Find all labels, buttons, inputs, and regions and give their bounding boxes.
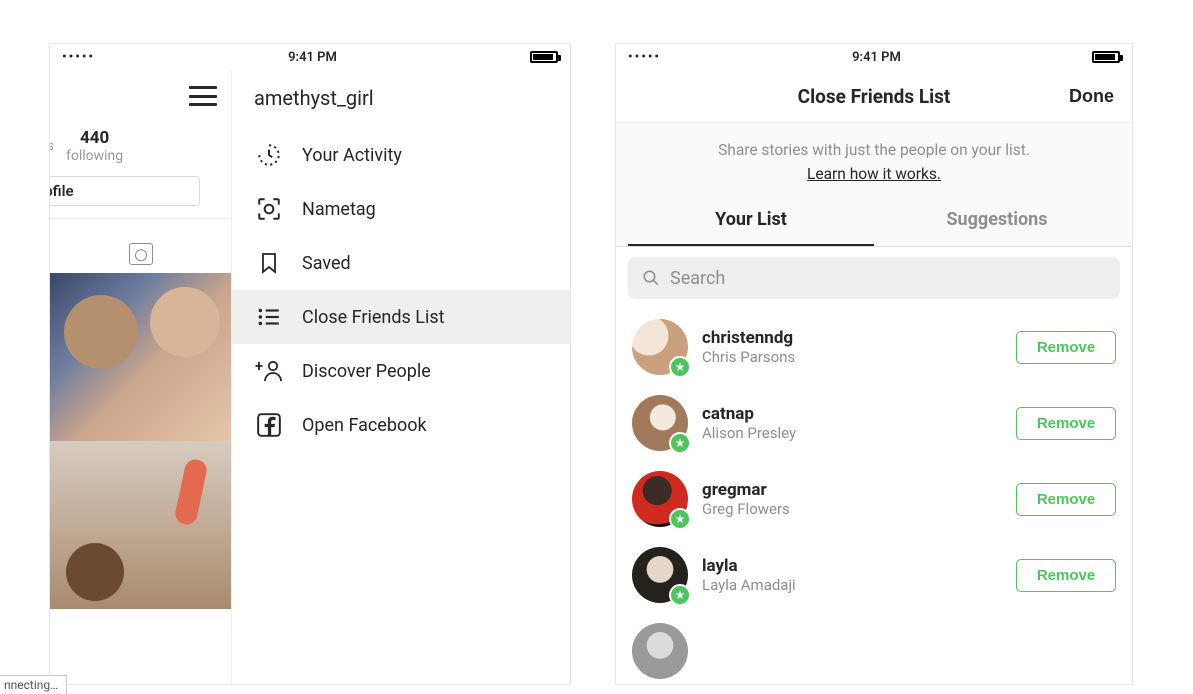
followers-stat-partial: rs — [50, 138, 54, 154]
close-friend-star-icon: ★ — [669, 584, 691, 606]
list-item: ★ gregmar Greg Flowers Remove — [616, 461, 1132, 537]
nametag-icon — [254, 194, 284, 224]
following-label: following — [66, 148, 123, 164]
list-item: ★ christenndg Chris Parsons Remove — [616, 309, 1132, 385]
menu-close-friends[interactable]: Close Friends List — [232, 290, 570, 344]
status-bar: ••••• 9:41 PM — [616, 44, 1132, 70]
tab-suggestions[interactable]: Suggestions — [874, 197, 1120, 246]
subtitle-text: Share stories with just the people on yo… — [628, 141, 1120, 159]
menu-open-facebook[interactable]: Open Facebook — [232, 398, 570, 452]
avatar[interactable]: ★ — [632, 395, 688, 451]
close-friend-star-icon: ★ — [669, 508, 691, 530]
fullname: Alison Presley — [702, 424, 1002, 442]
activity-icon — [254, 140, 284, 170]
list-item — [616, 613, 1132, 684]
search-input[interactable]: Search — [628, 257, 1120, 299]
menu-discover-people[interactable]: Discover People — [232, 344, 570, 398]
menu-label: Nametag — [302, 199, 376, 220]
status-bar: ••••• 9:41 PM — [50, 44, 570, 70]
phone-left: ••••• 9:41 PM rs 440 following — [50, 44, 570, 684]
fullname: Layla Amadaji — [702, 576, 1002, 594]
avatar[interactable]: ★ — [632, 471, 688, 527]
menu-label: Close Friends List — [302, 307, 445, 328]
username[interactable]: layla — [702, 556, 1002, 576]
menu-nametag[interactable]: Nametag — [232, 182, 570, 236]
panel-username: amethyst_girl — [232, 70, 570, 128]
friends-list: ★ christenndg Chris Parsons Remove ★ cat… — [616, 309, 1132, 684]
username[interactable]: gregmar — [702, 480, 1002, 500]
menu-saved[interactable]: Saved — [232, 236, 570, 290]
bookmark-icon — [254, 248, 284, 278]
nav-bar: Close Friends List Done — [616, 70, 1132, 122]
avatar[interactable]: ★ — [632, 319, 688, 375]
remove-button[interactable]: Remove — [1016, 331, 1116, 364]
learn-link[interactable]: Learn how it works. — [628, 165, 1120, 183]
profile-grid — [50, 273, 231, 609]
following-stat[interactable]: 440 following — [66, 128, 123, 164]
tagged-tab-icon[interactable] — [129, 243, 153, 265]
menu-label: Open Facebook — [302, 415, 427, 436]
header-section: Share stories with just the people on yo… — [616, 122, 1132, 247]
done-button[interactable]: Done — [1069, 86, 1114, 107]
signal-dots: ••••• — [62, 50, 95, 65]
signal-dots: ••••• — [628, 50, 661, 65]
following-count: 440 — [66, 128, 123, 148]
grid-photo[interactable] — [50, 441, 232, 609]
search-placeholder: Search — [670, 268, 725, 289]
close-friend-star-icon: ★ — [669, 356, 691, 378]
battery-icon — [1092, 51, 1120, 63]
grid-photo[interactable] — [50, 273, 232, 441]
search-icon — [642, 269, 660, 287]
menu-your-activity[interactable]: Your Activity — [232, 128, 570, 182]
avatar[interactable]: ★ — [632, 547, 688, 603]
username[interactable]: catnap — [702, 404, 1002, 424]
phone-right: ••••• 9:41 PM Close Friends List Done Sh… — [616, 44, 1132, 684]
remove-button[interactable]: Remove — [1016, 559, 1116, 592]
list-item: ★ catnap Alison Presley Remove — [616, 385, 1132, 461]
menu-label: Discover People — [302, 361, 431, 382]
add-person-icon — [254, 356, 284, 386]
list-icon — [254, 302, 284, 332]
close-friend-star-icon: ★ — [669, 432, 691, 454]
tabs: Your List Suggestions — [628, 197, 1120, 246]
status-time: 9:41 PM — [288, 50, 337, 65]
menu-label: Your Activity — [302, 145, 402, 166]
battery-icon — [530, 51, 558, 63]
browser-status-text: nnecting… — [0, 675, 67, 694]
fullname: Chris Parsons — [702, 348, 1002, 366]
list-item: ★ layla Layla Amadaji Remove — [616, 537, 1132, 613]
page-title: Close Friends List — [798, 85, 951, 108]
username[interactable]: christenndg — [702, 328, 1002, 348]
menu-label: Saved — [302, 253, 351, 274]
hamburger-icon[interactable] — [189, 86, 217, 106]
edit-profile-button-partial[interactable]: rofile — [50, 176, 200, 206]
remove-button[interactable]: Remove — [1016, 483, 1116, 516]
profile-underlay: rs 440 following rofile — [50, 70, 232, 684]
settings-panel: amethyst_girl Your Activity — [232, 70, 570, 684]
facebook-icon — [254, 410, 284, 440]
fullname: Greg Flowers — [702, 500, 1002, 518]
tab-your-list[interactable]: Your List — [628, 197, 874, 246]
remove-button[interactable]: Remove — [1016, 407, 1116, 440]
avatar[interactable] — [632, 623, 688, 679]
status-time: 9:41 PM — [852, 50, 901, 65]
